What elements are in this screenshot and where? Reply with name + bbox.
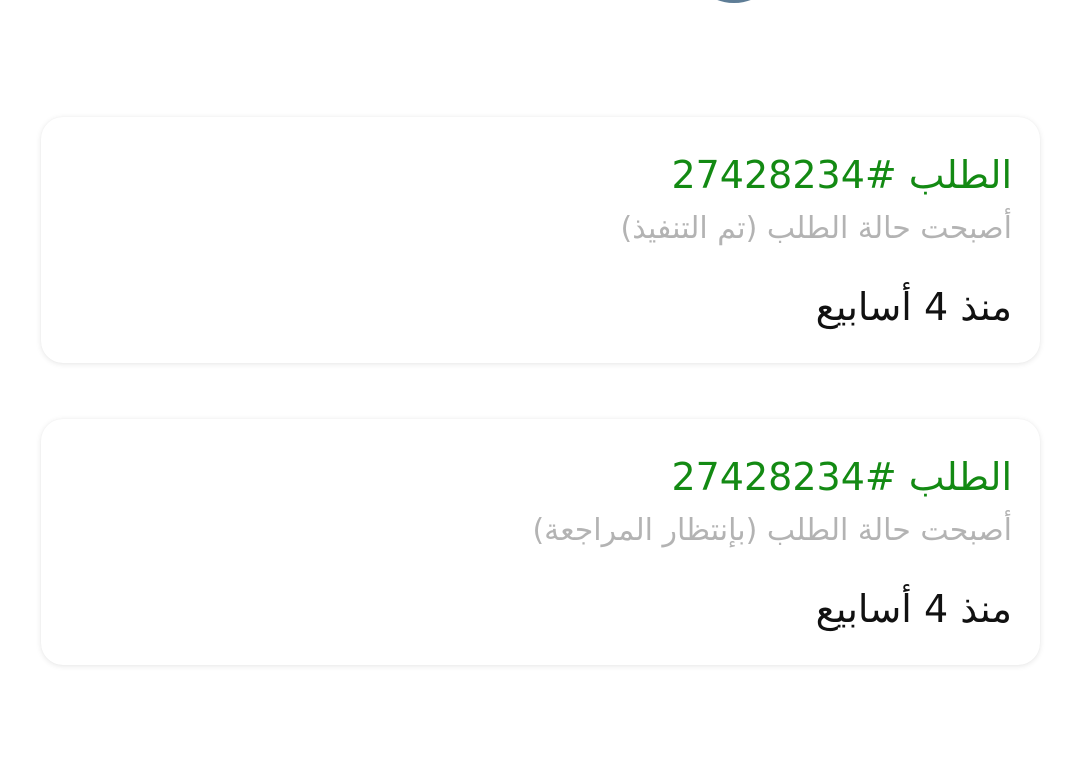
order-title: الطلب #27428234 <box>671 455 1012 499</box>
order-status-text: أصبحت حالة الطلب (تم التنفيذ) <box>620 211 1013 246</box>
notification-card[interactable]: الطلب #27428234 أصبحت حالة الطلب (تم الت… <box>41 117 1040 363</box>
notifications-page: الطلب #27428234 أصبحت حالة الطلب (تم الت… <box>0 0 1080 761</box>
notification-time: منذ 4 أسابيع <box>815 587 1012 631</box>
notification-time: منذ 4 أسابيع <box>815 285 1012 329</box>
notification-card[interactable]: الطلب #27428234 أصبحت حالة الطلب (بإنتظا… <box>41 419 1040 665</box>
order-title: الطلب #27428234 <box>671 153 1012 197</box>
order-status-text: أصبحت حالة الطلب (بإنتظار المراجعة) <box>532 513 1012 548</box>
